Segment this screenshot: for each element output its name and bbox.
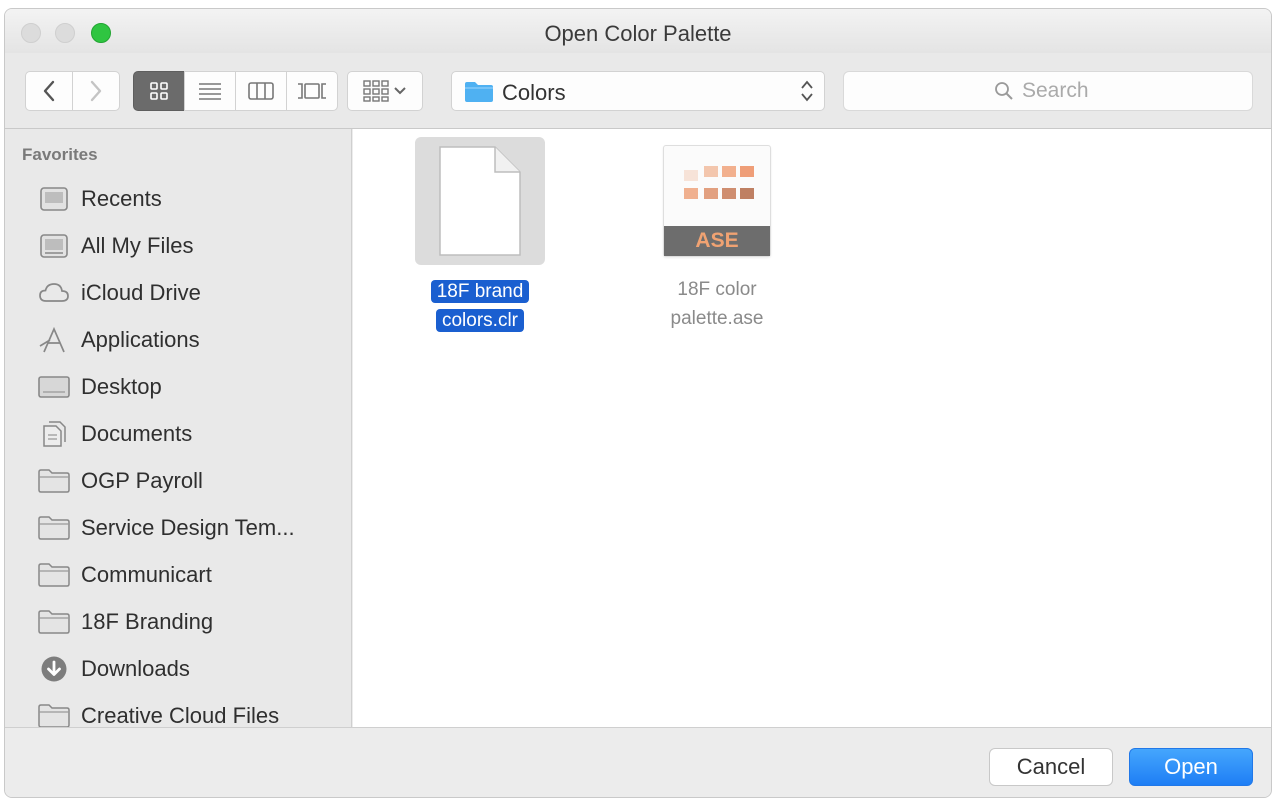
file-name: 18F brand colors.clr [405, 277, 555, 335]
updown-arrows-icon [801, 80, 813, 102]
folder-icon [38, 610, 70, 634]
desktop-icon [38, 376, 70, 398]
chevron-left-icon [43, 80, 55, 102]
gallery-view-button[interactable] [286, 71, 338, 111]
cloud-icon [39, 283, 69, 302]
column-view-button[interactable] [235, 71, 287, 111]
gallery-view-icon [298, 83, 326, 99]
search-field[interactable] [843, 71, 1253, 111]
sidebar-item-label: Recents [81, 186, 162, 211]
sidebar-item-creative-cloud-files[interactable]: Creative Cloud Files [5, 696, 351, 727]
applications-icon [39, 326, 65, 353]
ase-file-icon: ASE [663, 145, 771, 257]
folder-icon [38, 516, 70, 540]
file-thumbnail [415, 137, 545, 265]
file-item-18f-brand-colors[interactable]: 18F brand colors.clr [415, 137, 545, 332]
open-button[interactable]: Open [1129, 748, 1253, 786]
list-view-icon [199, 83, 221, 100]
swatch-grid-icon [684, 166, 754, 199]
sidebar-item-desktop[interactable]: Desktop [5, 367, 351, 407]
sidebar-item-downloads[interactable]: Downloads [5, 649, 351, 689]
all-files-icon [40, 234, 68, 258]
chevron-down-icon [394, 87, 406, 95]
forward-button[interactable] [72, 71, 120, 111]
search-input[interactable] [1022, 79, 1102, 103]
sidebar-item-recents[interactable]: Recents [5, 179, 351, 219]
file-browser: 18F brand colors.clr ASE 18F color palet… [353, 129, 1271, 727]
location-label: Colors [502, 80, 566, 105]
sidebar-item-applications[interactable]: Applications [5, 320, 351, 360]
downloads-icon [41, 656, 67, 682]
icon-view-icon [150, 82, 168, 100]
blue-folder-icon [465, 82, 493, 102]
recents-icon [40, 187, 68, 211]
window-title: Open Color Palette [544, 21, 732, 46]
file-name-line-1: 18F color [677, 279, 757, 300]
sidebar-item-label: 18F Branding [81, 609, 214, 634]
sidebar-item-label: Applications [81, 327, 200, 352]
cancel-button[interactable]: Cancel [989, 748, 1113, 786]
location-popup[interactable]: Colors [451, 71, 825, 111]
sidebar-item-label: Creative Cloud Files [81, 703, 280, 727]
sidebar-item-label: iCloud Drive [81, 280, 201, 305]
sidebar-item-label: All My Files [81, 233, 194, 258]
file-name-line-2: colors.clr [435, 309, 524, 332]
sidebar-item-18f-branding[interactable]: 18F Branding [5, 602, 351, 642]
sidebar-item-service-design[interactable]: Service Design Tem... [5, 508, 351, 548]
column-view-icon [248, 82, 274, 100]
list-view-button[interactable] [184, 71, 236, 111]
open-color-palette-dialog: Open Color Palette Colors Search Favorit… [4, 8, 1272, 798]
search-icon [995, 82, 1013, 100]
arrange-grid-icon [363, 80, 389, 102]
dialog-footer: Cancel Open [5, 727, 1271, 797]
sidebar-item-documents[interactable]: Documents [5, 414, 351, 454]
sidebar-item-communicart[interactable]: Communicart [5, 555, 351, 595]
sidebar-item-label: Downloads [81, 656, 190, 681]
file-name-line-2: palette.ase [670, 308, 764, 329]
sidebar-item-label: Desktop [81, 374, 162, 399]
sidebar-item-label: Documents [81, 421, 193, 446]
toolbar: Colors [5, 53, 1271, 129]
blank-document-icon [439, 146, 521, 256]
title-bar: Open Color Palette [5, 9, 1271, 53]
sidebar-item-ogp-payroll[interactable]: OGP Payroll [5, 461, 351, 501]
file-name: 18F color palette.ase [649, 275, 785, 333]
sidebar: Favorites Recents All My Files iCloud Dr… [5, 129, 352, 727]
sidebar-item-all-my-files[interactable]: All My Files [5, 226, 351, 266]
ase-badge: ASE [664, 226, 770, 256]
icon-view-button[interactable] [133, 71, 185, 111]
folder-icon [38, 563, 70, 587]
sidebar-item-label: OGP Payroll [81, 468, 203, 493]
folder-icon [38, 469, 70, 493]
arrange-menu-button[interactable] [347, 71, 423, 111]
sidebar-item-label: Service Design Tem... [81, 515, 295, 540]
sidebar-item-icloud-drive[interactable]: iCloud Drive [5, 273, 351, 313]
documents-icon [43, 421, 66, 447]
favorites-heading: Favorites [22, 145, 98, 164]
sidebar-item-label: Communicart [81, 562, 212, 587]
chevron-right-icon [90, 80, 102, 102]
back-button[interactable] [25, 71, 73, 111]
folder-icon [38, 704, 70, 727]
file-name-line-1: 18F brand [430, 280, 530, 303]
